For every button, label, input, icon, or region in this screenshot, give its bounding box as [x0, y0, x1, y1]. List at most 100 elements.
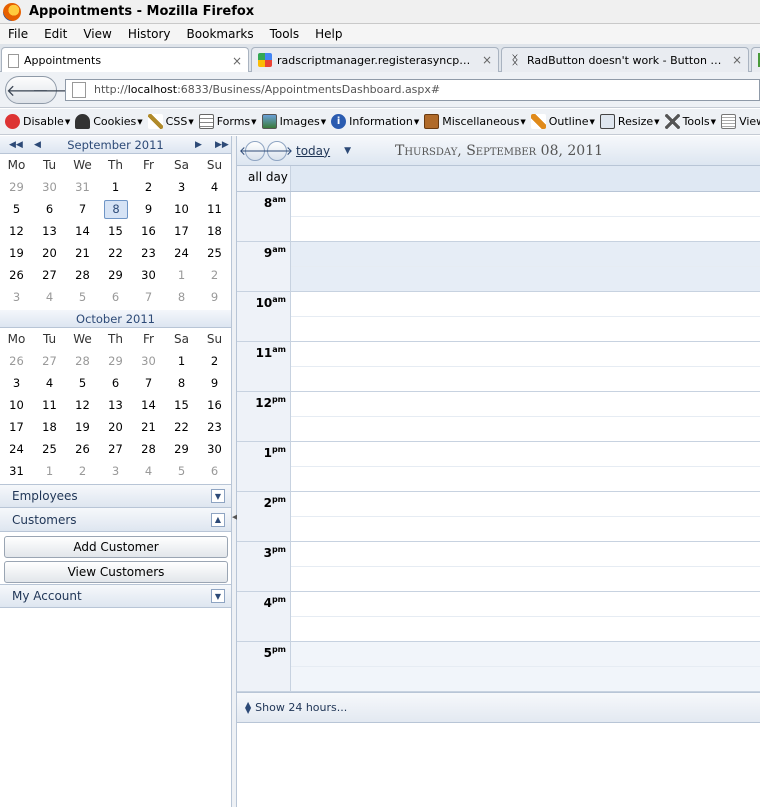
- calendar-day[interactable]: 3: [99, 464, 132, 478]
- calendar-day[interactable]: 1: [99, 180, 132, 194]
- calendar-day[interactable]: 8: [165, 376, 198, 390]
- calendar-day[interactable]: 6: [99, 290, 132, 304]
- expand-icon[interactable]: ▼: [211, 489, 225, 503]
- calendar-day[interactable]: 28: [132, 442, 165, 456]
- calendar-day[interactable]: 15: [165, 398, 198, 412]
- calendar-day[interactable]: 18: [198, 224, 231, 238]
- calendar-day[interactable]: 10: [165, 202, 198, 216]
- calendar-day[interactable]: 25: [33, 442, 66, 456]
- calendar-day[interactable]: 5: [165, 464, 198, 478]
- calendar-day[interactable]: 26: [66, 442, 99, 456]
- calendar-day[interactable]: 22: [165, 420, 198, 434]
- calendar-day[interactable]: 9: [198, 290, 231, 304]
- menu-tools[interactable]: Tools: [270, 27, 300, 41]
- css-menu[interactable]: CSS ▼: [147, 114, 194, 129]
- time-slot-cell[interactable]: [291, 592, 760, 617]
- images-menu[interactable]: Images ▼: [261, 114, 326, 129]
- time-slot-cell[interactable]: [291, 342, 760, 367]
- time-slot-cell[interactable]: [291, 367, 760, 391]
- calendar-day[interactable]: 9: [132, 202, 165, 216]
- tab-appointments[interactable]: Appointments ×: [1, 47, 249, 73]
- calendar-day[interactable]: 6: [33, 202, 66, 216]
- calendar-day[interactable]: 2: [198, 268, 231, 282]
- calendar-day[interactable]: 9: [198, 376, 231, 390]
- calendar-day[interactable]: 31: [0, 464, 33, 478]
- prev-month-icon[interactable]: ◀: [34, 140, 41, 150]
- calendar-day[interactable]: 2: [66, 464, 99, 478]
- calendar-day[interactable]: 20: [99, 420, 132, 434]
- menu-bookmarks[interactable]: Bookmarks: [187, 27, 254, 41]
- time-slot-cell[interactable]: [291, 567, 760, 591]
- calendar-day[interactable]: 30: [198, 442, 231, 456]
- calendar-day[interactable]: 1: [165, 268, 198, 282]
- disable-menu[interactable]: Disable ▼: [5, 114, 70, 129]
- calendar-day[interactable]: 8: [165, 290, 198, 304]
- menu-view[interactable]: View: [83, 27, 111, 41]
- panelbar-my-account[interactable]: My Account ▼: [0, 584, 231, 608]
- forward-icon[interactable]: 🡒: [32, 80, 75, 100]
- calendar-day[interactable]: 27: [33, 268, 66, 282]
- time-slot-cell[interactable]: [291, 317, 760, 341]
- calendar-day[interactable]: 24: [165, 246, 198, 260]
- site-identity-icon[interactable]: [72, 81, 86, 98]
- tab-radbutton-forum[interactable]: ᛝ RadButton doesn't work - Button Forum …: [501, 47, 749, 72]
- calendar-day[interactable]: 8: [104, 199, 128, 219]
- calendar-day[interactable]: 4: [132, 464, 165, 478]
- back-icon[interactable]: 🡐: [6, 80, 49, 100]
- calendar-day[interactable]: 13: [99, 398, 132, 412]
- calendar-day[interactable]: 14: [66, 224, 99, 238]
- calendar-day[interactable]: 1: [33, 464, 66, 478]
- fast-next-icon[interactable]: ▶▶: [215, 140, 229, 150]
- calendar-day[interactable]: 17: [165, 224, 198, 238]
- add-customer-button[interactable]: Add Customer: [4, 536, 228, 558]
- close-tab-icon[interactable]: ×: [730, 53, 744, 67]
- time-slot-cell[interactable]: [291, 292, 760, 317]
- calendar-day[interactable]: 28: [66, 268, 99, 282]
- calendar-day[interactable]: 4: [33, 376, 66, 390]
- time-slot-cell[interactable]: [291, 492, 760, 517]
- calendar-day[interactable]: 30: [33, 180, 66, 194]
- time-slot-cell[interactable]: [291, 517, 760, 541]
- calendar-day[interactable]: 10: [0, 398, 33, 412]
- next-day-icon[interactable]: 🡒: [261, 140, 293, 161]
- calendar-day[interactable]: 12: [0, 224, 33, 238]
- calendar-day[interactable]: 14: [132, 398, 165, 412]
- calendar-day[interactable]: 23: [198, 420, 231, 434]
- miscellaneous-menu[interactable]: Miscellaneous ▼: [424, 114, 526, 129]
- menu-edit[interactable]: Edit: [44, 27, 67, 41]
- calendar-day[interactable]: 7: [66, 202, 99, 216]
- resize-menu[interactable]: Resize ▼: [599, 114, 660, 129]
- time-slot-cell[interactable]: [291, 242, 760, 267]
- time-slot-cell[interactable]: [291, 442, 760, 467]
- menu-history[interactable]: History: [128, 27, 171, 41]
- tab-partial[interactable]: [751, 47, 760, 72]
- calendar-day[interactable]: 5: [66, 376, 99, 390]
- tab-radscriptmanager[interactable]: radscriptmanager.registerasyncpostback… …: [251, 47, 499, 72]
- all-day-cell[interactable]: [291, 166, 760, 191]
- calendar-day[interactable]: 4: [198, 180, 231, 194]
- time-slot-cell[interactable]: [291, 267, 760, 291]
- calendar-day[interactable]: 25: [198, 246, 231, 260]
- calendar-day[interactable]: 5: [66, 290, 99, 304]
- calendar-day[interactable]: 19: [0, 246, 33, 260]
- close-tab-icon[interactable]: ×: [480, 53, 494, 67]
- outline-menu[interactable]: Outline ▼: [530, 114, 595, 129]
- fast-prev-icon[interactable]: ◀◀: [9, 140, 23, 150]
- calendar-day[interactable]: 24: [0, 442, 33, 456]
- calendar-day[interactable]: 11: [198, 202, 231, 216]
- calendar-day[interactable]: 29: [165, 442, 198, 456]
- calendar-day[interactable]: 1: [165, 354, 198, 368]
- calendar-day[interactable]: 17: [0, 420, 33, 434]
- calendar-day[interactable]: 16: [132, 224, 165, 238]
- view-customers-button[interactable]: View Customers: [4, 561, 228, 583]
- calendar-day[interactable]: 11: [33, 398, 66, 412]
- calendar-day[interactable]: 26: [0, 268, 33, 282]
- calendar-day[interactable]: 19: [66, 420, 99, 434]
- calendar-day[interactable]: 16: [198, 398, 231, 412]
- calendar-day[interactable]: 12: [66, 398, 99, 412]
- calendar-day[interactable]: 31: [66, 180, 99, 194]
- panelbar-customers[interactable]: Customers ▲: [0, 508, 231, 532]
- close-tab-icon[interactable]: ×: [230, 54, 244, 68]
- calendar-day[interactable]: 18: [33, 420, 66, 434]
- calendar-day[interactable]: 6: [99, 376, 132, 390]
